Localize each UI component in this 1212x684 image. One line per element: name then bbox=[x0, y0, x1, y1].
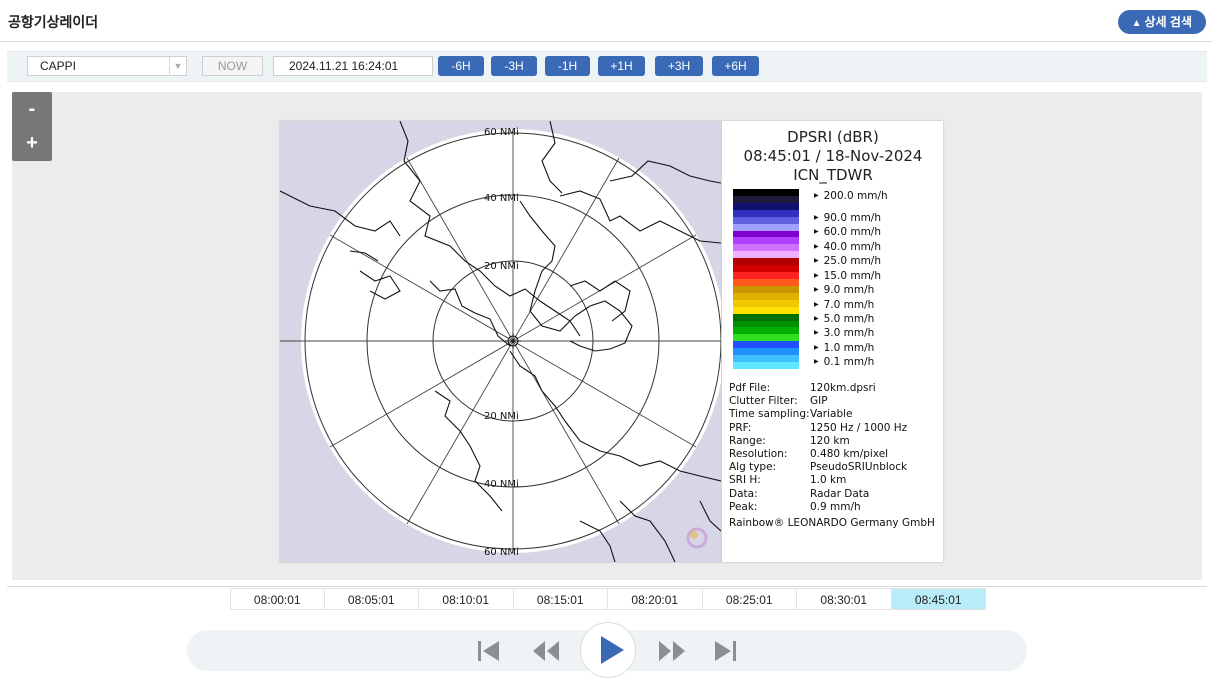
radar-info-row: Pdf File: 120km.dpsri bbox=[729, 382, 876, 394]
radar-info-value: 1.0 km bbox=[810, 474, 847, 487]
radar-info-value: 1250 Hz / 1000 Hz bbox=[810, 421, 908, 434]
page-header: 공항기상레이더 ▲ 상세 검색 bbox=[0, 0, 1212, 42]
datetime-input[interactable]: 2024.11.21 16:24:01 bbox=[273, 56, 433, 76]
radar-info-value: Radar Data bbox=[810, 487, 870, 500]
scale-label: ▶ 3.0 mm/h bbox=[814, 327, 875, 339]
detail-search-label: 상세 검색 bbox=[1144, 15, 1193, 29]
toolbar: CAPPI ▼ NOW 2024.11.21 16:24:01 -6H -3H … bbox=[7, 51, 1207, 82]
radar-info-key: Clutter Filter: bbox=[729, 395, 798, 408]
radar-info-key: Time sampling: bbox=[729, 408, 810, 421]
scale-label: ▶ 25.0 mm/h bbox=[814, 255, 881, 267]
radar-info-row: Resolution: 0.480 km/pixel bbox=[729, 448, 888, 460]
radar-info-value: 0.480 km/pixel bbox=[810, 448, 889, 460]
timeline: 08:00:01 08:05:01 08:10:01 08:15:01 08:2… bbox=[230, 588, 986, 610]
scale-label: ▶ 90.0 mm/h bbox=[814, 212, 881, 224]
product-select-value: CAPPI bbox=[40, 59, 77, 73]
range-label: 40 NMi bbox=[484, 479, 519, 490]
step-plus-1h-button[interactable]: +1H bbox=[598, 56, 645, 76]
range-label: 20 NMi bbox=[484, 261, 519, 272]
radar-ppi-plot: 60 NMi 40 NMi 20 NMi 20 NMi 40 NMi 60 NM… bbox=[280, 121, 721, 562]
radar-info-row: Alg type: PseudoSRIUnblock bbox=[729, 461, 907, 473]
radar-info-key: Data: bbox=[729, 487, 758, 500]
scale-label: ▶ 200.0 mm/h bbox=[814, 190, 888, 202]
detail-search-button[interactable]: ▲ 상세 검색 bbox=[1117, 10, 1206, 34]
step-minus-3h-button[interactable]: -3H bbox=[491, 56, 537, 76]
range-label: 40 NMi bbox=[484, 193, 519, 204]
radar-image: 60 NMi 40 NMi 20 NMi 20 NMi 40 NMi 60 NM… bbox=[280, 121, 943, 562]
zoom-out-button[interactable]: - bbox=[12, 92, 52, 126]
range-label: 60 NMi bbox=[484, 547, 519, 558]
play-button[interactable] bbox=[580, 622, 636, 678]
time-cell[interactable]: 08:05:01 bbox=[324, 588, 419, 610]
playback-bar bbox=[187, 622, 1027, 678]
time-cell[interactable]: 08:00:01 bbox=[230, 588, 325, 610]
step-minus-1h-button[interactable]: -1H bbox=[545, 56, 590, 76]
radar-info-key: PRF: bbox=[729, 421, 752, 434]
time-cell[interactable]: 08:15:01 bbox=[513, 588, 608, 610]
scale-label: ▶ 60.0 mm/h bbox=[814, 226, 881, 238]
radar-info-value: 120 km bbox=[810, 434, 850, 447]
zoom-control: - + bbox=[12, 92, 52, 161]
triangle-up-icon: ▲ bbox=[1131, 18, 1142, 29]
play-icon bbox=[601, 636, 624, 664]
radar-info-key: SRI H: bbox=[729, 474, 761, 487]
scale-label: ▶ 40.0 mm/h bbox=[814, 241, 881, 253]
radar-info-value: GIP bbox=[810, 395, 828, 408]
skip-start-icon[interactable] bbox=[475, 638, 503, 664]
skip-end-icon[interactable] bbox=[712, 638, 740, 664]
time-cell[interactable]: 08:30:01 bbox=[797, 588, 892, 610]
radar-info-value: PseudoSRIUnblock bbox=[810, 461, 908, 474]
radar-site-name: ICN_TDWR bbox=[793, 166, 873, 184]
radar-info-row: Time sampling:Variable bbox=[729, 408, 853, 420]
scale-label: ▶ 15.0 mm/h bbox=[814, 270, 881, 282]
time-cell-active[interactable]: 08:45:01 bbox=[891, 588, 986, 610]
radar-info-key: Resolution: bbox=[729, 448, 788, 460]
page-title: 공항기상레이더 bbox=[8, 14, 99, 30]
now-button[interactable]: NOW bbox=[202, 56, 263, 76]
scale-label: ▶ 5.0 mm/h bbox=[814, 313, 875, 325]
radar-info-row: PRF: 1250 Hz / 1000 Hz bbox=[729, 422, 907, 434]
scale-label: ▶ 0.1 mm/h bbox=[814, 356, 875, 368]
radar-info-key: Peak: bbox=[729, 500, 758, 513]
zoom-in-button[interactable]: + bbox=[12, 126, 52, 160]
scale-label: ▶ 9.0 mm/h bbox=[814, 284, 875, 296]
step-minus-6h-button[interactable]: -6H bbox=[438, 56, 484, 76]
radar-info-row: Data: Radar Data bbox=[729, 488, 869, 500]
range-label: 60 NMi bbox=[484, 127, 519, 138]
timeline-divider bbox=[7, 586, 1207, 587]
product-timestamp: 08:45:01 / 18-Nov-2024 bbox=[743, 147, 923, 165]
radar-info-key: Pdf File: bbox=[729, 382, 771, 394]
fast-forward-icon[interactable] bbox=[657, 638, 685, 664]
scale-label: ▶ 1.0 mm/h bbox=[814, 342, 875, 354]
radar-info-key: Alg type: bbox=[729, 461, 777, 474]
radar-info-value: Variable bbox=[810, 408, 853, 421]
color-scale-swatch bbox=[733, 362, 799, 370]
radar-legend-panel: DPSRI (dBR) 08:45:01 / 18-Nov-2024 ICN_T… bbox=[721, 121, 943, 562]
rewind-icon[interactable] bbox=[531, 638, 559, 664]
product-title: DPSRI (dBR) bbox=[787, 128, 879, 146]
color-scale-bar bbox=[733, 189, 799, 370]
radar-info-row: Clutter Filter: GIP bbox=[729, 395, 828, 407]
time-cell[interactable]: 08:10:01 bbox=[419, 588, 514, 610]
scale-label: ▶ 7.0 mm/h bbox=[814, 299, 875, 311]
credit-text: Rainbow® LEONARDO Germany GmbH bbox=[729, 517, 935, 529]
radar-map-area[interactable]: - + 60 NMi 40 NMi 20 NMi 20 NMi 40 NMi 6… bbox=[12, 92, 1202, 580]
radar-info-row: Peak: 0.9 mm/h bbox=[729, 501, 861, 513]
chevron-down-icon[interactable]: ▼ bbox=[169, 57, 186, 75]
range-label: 20 NMi bbox=[484, 411, 519, 422]
radar-info-value: 0.9 mm/h bbox=[810, 500, 861, 513]
step-plus-6h-button[interactable]: +6H bbox=[712, 56, 759, 76]
time-cell[interactable]: 08:25:01 bbox=[702, 588, 797, 610]
radar-info-value: 120km.dpsri bbox=[810, 382, 876, 394]
time-cell[interactable]: 08:20:01 bbox=[608, 588, 703, 610]
radar-info-row: SRI H: 1.0 km bbox=[729, 474, 846, 486]
radar-info-key: Range: bbox=[729, 434, 766, 447]
radar-info-row: Range: 120 km bbox=[729, 435, 850, 447]
product-select[interactable]: CAPPI ▼ bbox=[27, 56, 187, 76]
step-plus-3h-button[interactable]: +3H bbox=[655, 56, 703, 76]
